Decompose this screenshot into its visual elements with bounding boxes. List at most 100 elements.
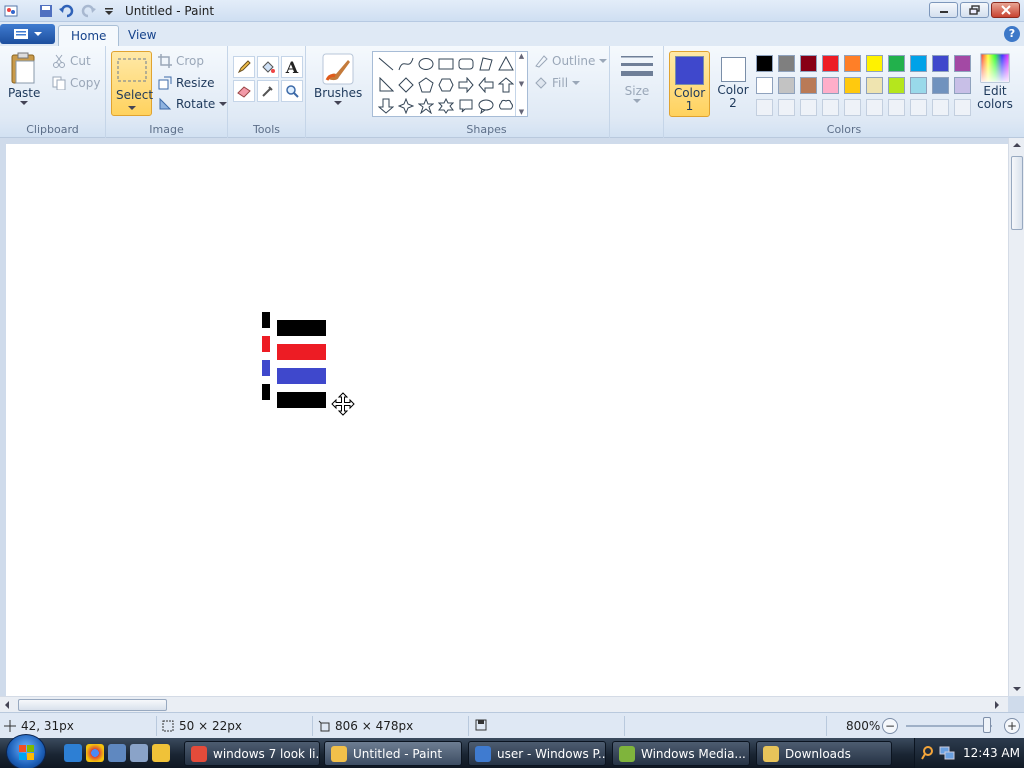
paste-button[interactable]: Paste: [8, 52, 40, 106]
start-button[interactable]: [6, 734, 46, 768]
zoom-out-icon[interactable]: −: [882, 718, 898, 734]
taskbar-item-paint[interactable]: Untitled - Paint: [324, 741, 462, 766]
shapes-gallery[interactable]: ▲ ▼ ▼: [372, 51, 528, 117]
palette-empty-swatch[interactable]: [819, 96, 841, 118]
line-shape-icon[interactable]: [376, 54, 396, 74]
magnifier-icon[interactable]: [281, 80, 303, 102]
palette-swatch[interactable]: [797, 74, 819, 96]
palette-swatch[interactable]: [841, 74, 863, 96]
color-picker-icon[interactable]: [257, 80, 279, 102]
paint-menu-button[interactable]: [0, 24, 55, 44]
taskbar-item-downloads[interactable]: Downloads: [756, 741, 892, 766]
show-desktop-icon[interactable]: [108, 744, 126, 762]
zoom-slider[interactable]: [906, 725, 992, 727]
vertical-scrollbar[interactable]: [1008, 138, 1024, 696]
chrome-icon[interactable]: [86, 744, 104, 762]
palette-swatch[interactable]: [753, 74, 775, 96]
palette-swatch[interactable]: [819, 74, 841, 96]
pencil-icon[interactable]: [233, 56, 255, 78]
palette-swatch[interactable]: [863, 74, 885, 96]
four-point-star-shape-icon[interactable]: [396, 96, 416, 116]
minimize-button[interactable]: [929, 2, 958, 18]
search-icon[interactable]: [921, 745, 937, 761]
palette-swatch[interactable]: [797, 52, 819, 74]
right-arrow-shape-icon[interactable]: [456, 75, 476, 95]
restore-button[interactable]: [960, 2, 989, 18]
palette-swatch[interactable]: [885, 74, 907, 96]
palette-swatch[interactable]: [753, 52, 775, 74]
palette-empty-swatch[interactable]: [951, 96, 973, 118]
paint-app-icon[interactable]: [2, 2, 19, 19]
outline-button[interactable]: Outline: [534, 54, 608, 68]
palette-empty-swatch[interactable]: [885, 96, 907, 118]
scroll-down-icon[interactable]: ▼: [519, 80, 524, 88]
taskbar-item-chrome[interactable]: windows 7 look li...: [184, 741, 320, 766]
up-arrow-shape-icon[interactable]: [496, 75, 516, 95]
palette-swatch[interactable]: [819, 52, 841, 74]
rounded-rectangle-shape-icon[interactable]: [456, 54, 476, 74]
tab-home[interactable]: Home: [58, 25, 120, 46]
palette-swatch[interactable]: [907, 74, 929, 96]
palette-empty-swatch[interactable]: [841, 96, 863, 118]
palette-swatch[interactable]: [863, 52, 885, 74]
eraser-icon[interactable]: [233, 80, 255, 102]
resize-button[interactable]: Resize: [158, 76, 214, 90]
rectangle-shape-icon[interactable]: [436, 54, 456, 74]
curve-shape-icon[interactable]: [396, 54, 416, 74]
palette-empty-swatch[interactable]: [753, 96, 775, 118]
switch-windows-icon[interactable]: [130, 744, 148, 762]
palette-swatch[interactable]: [951, 52, 973, 74]
down-arrow-shape-icon[interactable]: [376, 96, 396, 116]
media-player-icon[interactable]: [152, 744, 170, 762]
cloud-callout-shape-icon[interactable]: [496, 96, 516, 116]
diamond-shape-icon[interactable]: [396, 75, 416, 95]
color1-button[interactable]: Color 1: [669, 51, 710, 117]
customize-toolbar-icon[interactable]: [100, 2, 117, 19]
palette-empty-swatch[interactable]: [797, 96, 819, 118]
palette-swatch[interactable]: [929, 74, 951, 96]
scroll-left-icon[interactable]: [4, 701, 10, 709]
vertical-scroll-thumb[interactable]: [1011, 156, 1023, 230]
copy-button[interactable]: Copy: [52, 76, 100, 90]
palette-swatch[interactable]: [885, 52, 907, 74]
close-button[interactable]: [991, 2, 1020, 18]
rotate-button[interactable]: Rotate: [158, 97, 228, 111]
palette-empty-swatch[interactable]: [929, 96, 951, 118]
scroll-right-icon[interactable]: [994, 701, 1000, 709]
right-triangle-shape-icon[interactable]: [376, 75, 396, 95]
taskbar-item-media[interactable]: Windows Media...: [612, 741, 750, 766]
scroll-down-icon[interactable]: [1013, 686, 1021, 692]
palette-swatch[interactable]: [775, 74, 797, 96]
redo-icon[interactable]: [79, 2, 96, 19]
edit-colors-button[interactable]: Edit colors: [975, 51, 1015, 117]
palette-swatch[interactable]: [841, 52, 863, 74]
gallery-expand-icon[interactable]: ▼: [519, 108, 524, 116]
zoom-slider-thumb[interactable]: [983, 717, 991, 733]
oval-shape-icon[interactable]: [416, 54, 436, 74]
cut-button[interactable]: Cut: [52, 54, 91, 68]
taskbar-item-explorer[interactable]: user - Windows P...: [468, 741, 606, 766]
undo-icon[interactable]: [58, 2, 75, 19]
rounded-callout-shape-icon[interactable]: [456, 96, 476, 116]
fill-button[interactable]: Fill: [534, 76, 581, 90]
zoom-in-icon[interactable]: +: [1004, 718, 1020, 734]
pentagon-shape-icon[interactable]: [416, 75, 436, 95]
internet-explorer-icon[interactable]: [64, 744, 82, 762]
palette-empty-swatch[interactable]: [907, 96, 929, 118]
palette-empty-swatch[interactable]: [863, 96, 885, 118]
scroll-up-icon[interactable]: ▲: [519, 52, 524, 60]
six-point-star-shape-icon[interactable]: [436, 96, 456, 116]
size-button[interactable]: Size: [620, 54, 654, 104]
brushes-button[interactable]: Brushes: [314, 52, 362, 106]
tab-view[interactable]: View: [116, 25, 168, 46]
palette-swatch[interactable]: [775, 52, 797, 74]
select-button[interactable]: Select: [111, 51, 153, 116]
clock[interactable]: 12:43 AM: [963, 746, 1020, 760]
hexagon-shape-icon[interactable]: [436, 75, 456, 95]
crop-button[interactable]: Crop: [158, 54, 204, 68]
scroll-up-icon[interactable]: [1013, 142, 1021, 148]
text-icon[interactable]: A: [281, 56, 303, 78]
left-arrow-shape-icon[interactable]: [476, 75, 496, 95]
network-icon[interactable]: [939, 745, 955, 761]
horizontal-scrollbar[interactable]: [0, 696, 1008, 712]
